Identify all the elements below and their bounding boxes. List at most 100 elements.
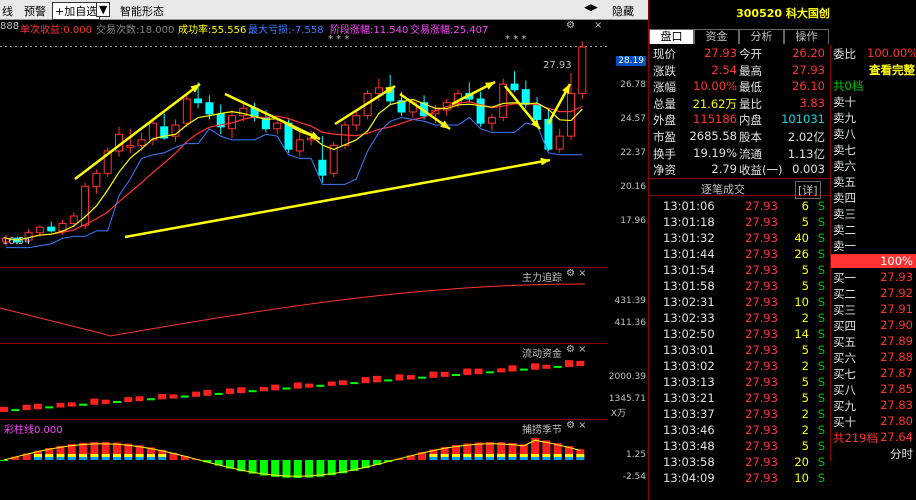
tick-side: S xyxy=(818,423,825,437)
sub2-unit: X万 xyxy=(611,406,626,419)
timeshare-label[interactable]: 分时 xyxy=(890,446,913,462)
tab-orderbook[interactable]: 盘口 xyxy=(649,29,694,44)
funds-bar xyxy=(90,399,98,405)
buy-price: 27.83 xyxy=(880,398,913,412)
season-stripe xyxy=(486,457,494,460)
settings-icon[interactable]: ⚙ × xyxy=(566,268,587,279)
indicator-0: 888 xyxy=(0,21,19,32)
season-stripe xyxy=(520,454,528,457)
quote-value: 2.02亿 xyxy=(788,129,825,145)
season-stripe xyxy=(475,457,483,460)
season-stripe xyxy=(441,454,449,457)
quote-value: 115186 xyxy=(693,112,737,126)
quote-label: 量比 xyxy=(739,96,762,112)
sub3-tick: -2.54 xyxy=(623,472,646,482)
full-view-link[interactable]: 查看完整 xyxy=(869,62,915,78)
hide-button[interactable]: 隐藏 xyxy=(612,3,634,19)
settings-icon[interactable]: ⚙ × xyxy=(566,344,587,355)
funds-bar xyxy=(283,388,291,390)
quote-label: 现价 xyxy=(653,46,676,62)
quote-value: 26.20 xyxy=(792,46,825,60)
tick-price: 27.93 xyxy=(745,279,778,293)
buy-price: 27.93 xyxy=(880,270,913,284)
stars-marker-2: * * * xyxy=(505,34,526,45)
sell-row: 卖六 xyxy=(831,157,916,173)
quote-label: 换手 xyxy=(653,146,676,162)
toolbar-item-alert[interactable]: 预警 xyxy=(24,3,46,19)
funds-bar xyxy=(11,409,19,411)
settings-icon[interactable]: ⚙ xyxy=(566,20,575,31)
close-icon[interactable]: × xyxy=(594,20,602,31)
main-force-line xyxy=(0,284,585,336)
toolbar-item-line[interactable]: 线 xyxy=(2,3,13,19)
season-stripe xyxy=(475,454,483,457)
funds-bar xyxy=(260,387,268,391)
ticks-list[interactable]: 13:01:06 27.93 6 S 13:01:18 27.93 5 S 13:01:32 27… xyxy=(649,198,829,500)
stock-header: 300520 科大国创 xyxy=(649,0,916,28)
tick-row: 13:01:58 27.93 5 S xyxy=(649,278,829,294)
nav-arrows-icon[interactable]: ◀▶ xyxy=(584,3,598,13)
tick-row: 13:01:18 27.93 5 S xyxy=(649,214,829,230)
buy-label: 买五 xyxy=(833,334,856,350)
tick-price: 27.93 xyxy=(745,327,778,341)
quote-label: 市盈 xyxy=(653,129,676,145)
dropdown-icon[interactable]: ▼ xyxy=(96,2,110,17)
buy-row: 买四 27.90 xyxy=(831,317,916,333)
funds-bar xyxy=(102,400,110,404)
funds-bar xyxy=(203,390,211,396)
season-stripe xyxy=(136,454,144,457)
candle-body xyxy=(70,216,77,223)
tick-time: 13:03:13 xyxy=(663,375,715,389)
funds-bar xyxy=(192,392,200,397)
quote-label: 外盘 xyxy=(653,112,676,128)
season-stripe xyxy=(45,457,53,460)
season-stripe xyxy=(102,454,110,457)
add-watchlist-button[interactable]: +加自选 xyxy=(52,2,100,20)
tick-side: S xyxy=(818,439,825,453)
funds-bar xyxy=(509,365,517,371)
quote-row: 净资 2.79 收益(一) 0.003 xyxy=(649,161,829,178)
fishing-season-panel[interactable]: 彩柱线0.000 捕捞季节 ⚙ × xyxy=(0,420,608,500)
tick-side: S xyxy=(818,455,825,469)
tick-row: 13:02:33 27.93 2 S xyxy=(649,310,829,326)
liquid-funds-svg xyxy=(0,344,608,420)
season-stripe xyxy=(147,457,155,460)
season-stripe xyxy=(79,454,87,457)
tick-row: 13:03:13 27.93 5 S xyxy=(649,374,829,390)
sell-row: 卖一 xyxy=(831,237,916,253)
high-price-label: 27.93 xyxy=(543,60,572,71)
main-kline-chart[interactable]: 16.54 27.93 * * * * * * ⚙ × xyxy=(0,34,608,268)
quote-label: 收益(一) xyxy=(739,162,782,178)
tick-volume: 5 xyxy=(802,375,809,389)
sell-row: 卖九 xyxy=(831,109,916,125)
tick-side: S xyxy=(818,327,825,341)
tick-side: S xyxy=(818,263,825,277)
footer-row: 分时 xyxy=(831,445,916,461)
tab-operation[interactable]: 操作 xyxy=(784,29,829,44)
tab-funds[interactable]: 资金 xyxy=(694,29,739,44)
season-stripe xyxy=(531,454,539,457)
quote-row: 外盘 115186 内盘 101031 xyxy=(649,111,829,128)
buy-label: 买六 xyxy=(833,350,856,366)
liquid-funds-panel[interactable]: 流动资金 ⚙ × xyxy=(0,344,608,420)
tick-volume: 5 xyxy=(802,263,809,277)
quote-label: 总量 xyxy=(653,96,676,112)
tab-analysis[interactable]: 分析 xyxy=(739,29,784,44)
ticks-detail-button[interactable]: [详] xyxy=(795,181,821,199)
settings-icon[interactable]: ⚙ × xyxy=(566,420,587,431)
tick-price: 27.93 xyxy=(745,295,778,309)
candle-body xyxy=(274,123,281,129)
season-stripe xyxy=(531,457,539,460)
season-stripe xyxy=(463,457,471,460)
buy-price: 27.87 xyxy=(880,366,913,380)
price-tick: 24.57 xyxy=(620,114,646,124)
toolbar-item-smart-pattern[interactable]: 智能形态 xyxy=(120,3,164,19)
season-stripe xyxy=(113,457,121,460)
funds-bar xyxy=(79,404,87,406)
quote-label: 流通 xyxy=(739,146,762,162)
tick-time: 13:01:18 xyxy=(663,215,715,229)
main-force-panel[interactable]: 主力追踪 ⚙ × xyxy=(0,268,608,344)
season-stripe xyxy=(102,457,110,460)
ticks-title: 逐笔成交 xyxy=(701,181,745,197)
buy-price: 27.90 xyxy=(880,318,913,332)
